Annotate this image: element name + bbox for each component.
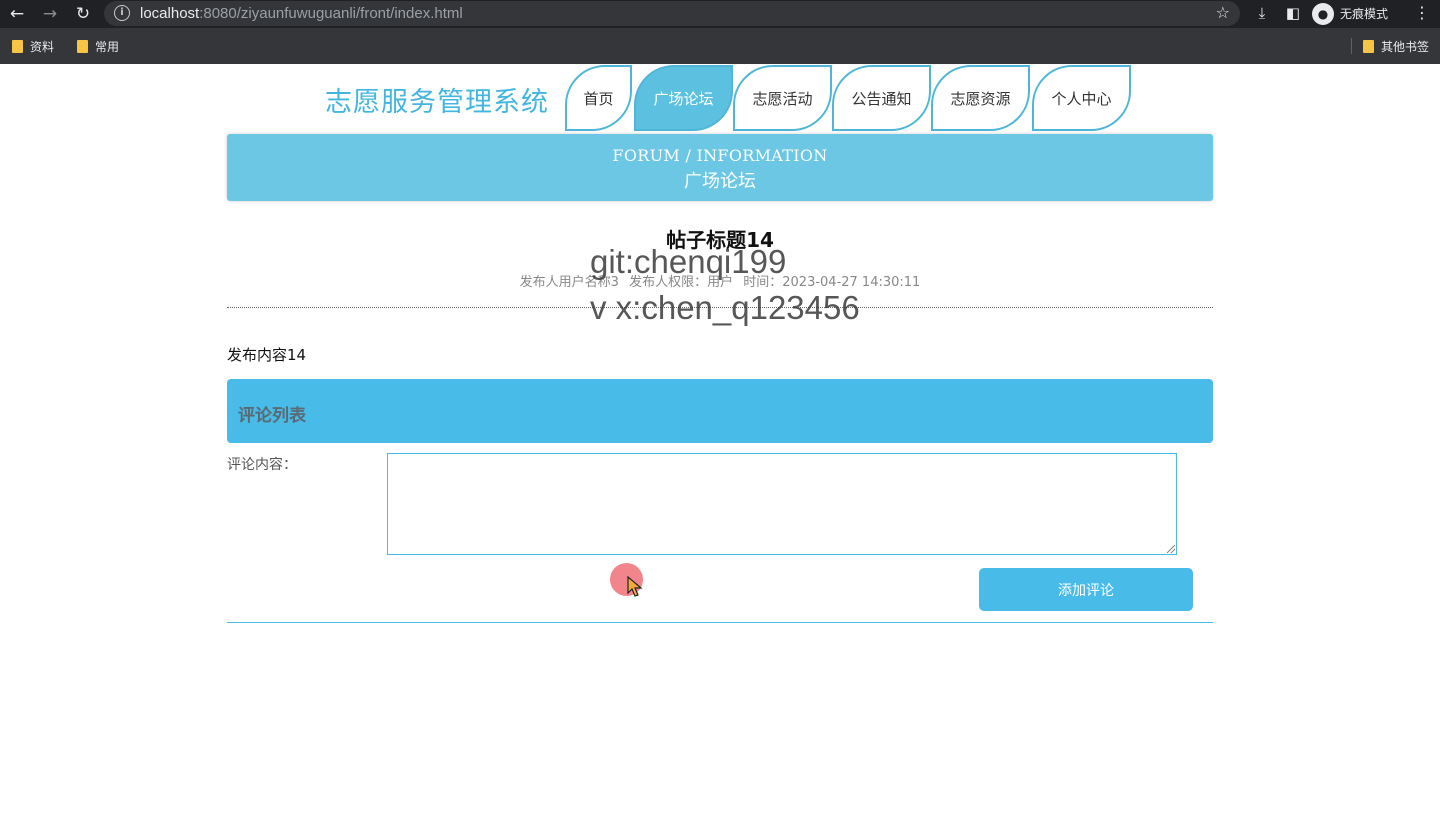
bookmark-star-icon[interactable]: ☆ [1216, 3, 1230, 22]
banner-title-en: FORUM / INFORMATION [612, 146, 828, 165]
folder-icon [77, 40, 88, 53]
resize-grip-icon[interactable] [1167, 545, 1175, 553]
bookmark-folder-changyong[interactable]: 常用 [77, 38, 119, 55]
page: 志愿服务管理系统 首页 广场论坛 志愿活动 公告通知 志愿资源 个人中心 FOR… [0, 64, 1440, 816]
browser-toolbar: ← → ↻ i localhost:8080/ziyaunfuwuguanli/… [0, 0, 1440, 28]
comment-list-title: 评论列表 [238, 406, 306, 426]
folder-icon [1363, 40, 1374, 53]
site-title[interactable]: 志愿服务管理系统 [325, 80, 549, 119]
back-icon[interactable]: ← [6, 3, 28, 25]
incognito-icon: ● [1312, 2, 1334, 25]
section-banner: FORUM / INFORMATION 广场论坛 [227, 134, 1213, 201]
banner-title-cn: 广场论坛 [684, 171, 756, 192]
add-comment-button[interactable]: 添加评论 [979, 568, 1193, 611]
bookmarks-divider [1351, 38, 1352, 54]
nav-forum[interactable]: 广场论坛 [634, 65, 733, 131]
bookmark-folder-ziliao[interactable]: 资料 [12, 38, 54, 55]
mouse-cursor-icon [627, 576, 643, 597]
reload-icon[interactable]: ↻ [72, 3, 94, 25]
site-info-icon[interactable]: i [114, 5, 130, 21]
comment-content-label: 评论内容： [227, 457, 297, 473]
nav-home[interactable]: 首页 [565, 65, 632, 131]
incognito-indicator[interactable]: ● 无痕模式 [1312, 2, 1388, 25]
other-bookmarks-label: 其他书签 [1381, 40, 1430, 54]
bookmark-label: 常用 [95, 40, 120, 54]
nav-profile[interactable]: 个人中心 [1032, 65, 1131, 131]
bookmark-label: 资料 [30, 40, 55, 54]
nav-activities[interactable]: 志愿活动 [733, 65, 832, 131]
forward-icon[interactable]: → [39, 3, 61, 25]
watermark-line-2: v x:chen_q123456 [590, 289, 860, 326]
address-url[interactable]: localhost:8080/ziyaunfuwuguanli/front/in… [140, 5, 463, 22]
watermark-line-1: git:chenqi199 [590, 243, 787, 280]
bookmarks-bar: 资料 常用 其他书签 [0, 28, 1440, 64]
address-bar[interactable]: i localhost:8080/ziyaunfuwuguanli/front/… [104, 1, 1240, 26]
browser-chrome: ← → ↻ i localhost:8080/ziyaunfuwuguanli/… [0, 0, 1440, 64]
comment-section-divider [227, 622, 1213, 623]
nav-notices[interactable]: 公告通知 [832, 65, 931, 131]
side-panel-icon[interactable]: ◧ [1283, 3, 1303, 23]
comment-textarea[interactable] [387, 453, 1177, 555]
nav-resources[interactable]: 志愿资源 [931, 65, 1030, 131]
other-bookmarks[interactable]: 其他书签 [1363, 38, 1429, 55]
post-content: 发布内容14 [227, 346, 307, 364]
incognito-label: 无痕模式 [1340, 7, 1389, 21]
browser-menu-icon[interactable]: ⋮ [1414, 3, 1430, 22]
folder-icon [12, 40, 23, 53]
download-icon[interactable]: ⤓ [1252, 3, 1272, 23]
comment-list-header: 评论列表 [227, 379, 1213, 443]
